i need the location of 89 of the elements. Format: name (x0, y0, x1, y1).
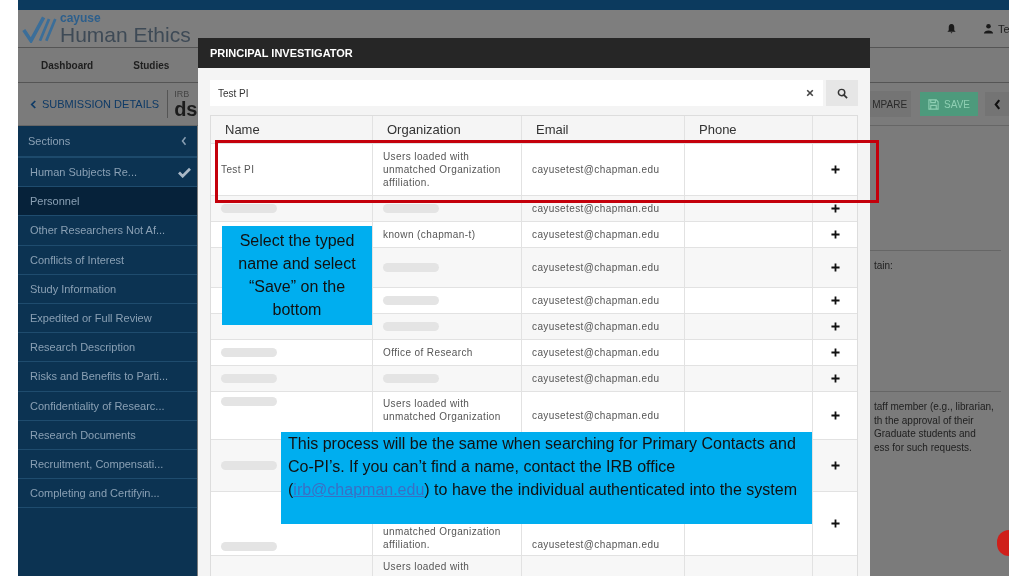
sidebar-item[interactable]: Expedited or Full Review (18, 303, 197, 334)
table-cell: known (chapman-t) (383, 228, 476, 241)
sidebar-title: Sections (28, 135, 71, 147)
sidebar-item-label: Recruitment, Compensati... (30, 457, 164, 470)
sidebar-item-label: Expedited or Full Review (30, 312, 152, 325)
table-cell: cayusetest@chapman.edu (532, 261, 660, 274)
column-header: Phone (699, 122, 737, 137)
sidebar-item[interactable]: Study Information (18, 274, 197, 304)
redacted-text (221, 348, 277, 357)
table-cell: cayusetest@chapman.edu (532, 346, 660, 359)
table-cell-text: unmatched Organization affiliation. (383, 525, 502, 551)
plus-icon[interactable] (830, 374, 840, 383)
back-link[interactable]: SUBMISSION DETAILS (30, 98, 160, 110)
description-line: Graduate students and (874, 427, 977, 441)
logo-title: Human Ethics (60, 24, 191, 45)
redacted-text (383, 204, 439, 213)
logo-icon (22, 14, 58, 43)
sidebar-item-label: Completing and Certifyin... (30, 487, 160, 500)
column-header: Name (225, 122, 260, 137)
chevron-left-icon (181, 136, 187, 146)
table-cell-text: Users loaded with unmatched Organization (383, 397, 502, 423)
search-icon (836, 87, 848, 99)
column-header: Organization (387, 122, 461, 137)
redacted-text (221, 204, 277, 213)
search-field[interactable]: Test PI (210, 80, 823, 106)
plus-icon[interactable] (830, 230, 840, 239)
table-cell: Office of Research (383, 346, 473, 359)
table-cell: cayusetest@chapman.edu (532, 228, 660, 241)
content-label: tain: (874, 260, 894, 271)
table-cell: cayusetest@chapman.edu (532, 372, 660, 385)
redacted-text (221, 397, 277, 406)
plus-icon[interactable] (830, 263, 840, 272)
modal-title: PRINCIPAL INVESTIGATOR (210, 47, 353, 59)
sidebar-item-label: Research Description (30, 341, 136, 354)
redacted-text (383, 296, 439, 305)
search-button[interactable] (826, 80, 858, 106)
sidebar-item[interactable]: Risks and Benefits to Parti... (18, 362, 197, 392)
sidebar-item-label: Research Documents (30, 428, 136, 441)
nav-link[interactable]: Studies (133, 59, 170, 71)
sidebar-item[interactable]: Other Researchers Not Af... (18, 216, 197, 246)
description-line: ess for such requests. (874, 440, 973, 454)
plus-icon[interactable] (830, 165, 840, 174)
table-cell-text: Users loaded with unmatched Organization affiliation. (383, 150, 502, 189)
table-cell: cayusetest@chapman.edu (532, 202, 660, 215)
chevron-left-icon (993, 98, 1001, 110)
table-cell: cayusetest@chapman.edu (532, 320, 660, 333)
sidebar-item[interactable]: Research Description (18, 333, 197, 363)
plus-icon[interactable] (830, 519, 840, 528)
table-cell: cayusetest@chapman.edu (532, 538, 660, 551)
sidebar-item-label: Personnel (30, 195, 80, 208)
description-line: th the approval of their (874, 413, 975, 427)
clear-icon[interactable] (806, 89, 814, 97)
callout-note: Select the typed name and select “Save” on the bottom (222, 226, 372, 325)
plus-icon[interactable] (830, 411, 840, 420)
table-cell: cayusetest@chapman.edu (532, 409, 660, 422)
table-cell: Users loaded with (383, 560, 470, 573)
sidebar-item[interactable]: Research Documents (18, 420, 197, 450)
user-icon[interactable] (983, 23, 994, 34)
sidebar-header[interactable]: Sections (18, 126, 197, 158)
callout-note: This process will be the same when searching for Primary Contacts and Co-PI’s. If you can’t find a name, contact the IRB office (irb@chapman.edu) to have the individual authenticated into the system (281, 432, 812, 524)
sidebar-item[interactable]: Recruitment, Compensati... (18, 449, 197, 480)
redacted-text (221, 542, 277, 551)
user-name[interactable]: Te (998, 22, 1009, 35)
sidebar-item-label: Confidentiality of Researc... (30, 399, 165, 412)
description-line: taff member (e.g., librarian, (874, 400, 995, 414)
plus-icon[interactable] (830, 322, 840, 331)
plus-icon[interactable] (830, 204, 840, 213)
sidebar-item[interactable]: Confidentiality of Researc... (18, 391, 197, 421)
table-cell: cayusetest@chapman.edu (532, 163, 660, 176)
column-header: Email (536, 122, 569, 137)
sidebar-item-label: Study Information (30, 282, 117, 295)
table-cell: cayusetest@chapman.edu (532, 294, 660, 307)
collapse-button[interactable] (985, 92, 1009, 116)
sidebar-item-label: Human Subjects Re... (30, 166, 137, 179)
plus-icon[interactable] (830, 348, 840, 357)
logo-subtitle: cayuse (60, 12, 102, 24)
sidebar-item-label: Risks and Benefits to Parti... (30, 370, 169, 383)
sidebar-item-label: Other Researchers Not Af... (30, 224, 166, 237)
bell-icon[interactable] (946, 23, 957, 34)
table-cell: Test PI (221, 163, 255, 176)
nav-link[interactable]: Dashboard (41, 59, 94, 71)
chevron-left-icon (30, 99, 37, 109)
sidebar-item-label: Conflicts of Interest (30, 253, 125, 266)
sidebar-item[interactable]: Completing and Certifyin... (18, 479, 197, 509)
study-title: ds (174, 98, 198, 119)
plus-icon[interactable] (830, 296, 840, 305)
plus-icon[interactable] (830, 461, 840, 470)
sidebar-item[interactable]: Conflicts of Interest (18, 245, 197, 275)
sidebar-item[interactable]: Personnel (18, 187, 197, 217)
